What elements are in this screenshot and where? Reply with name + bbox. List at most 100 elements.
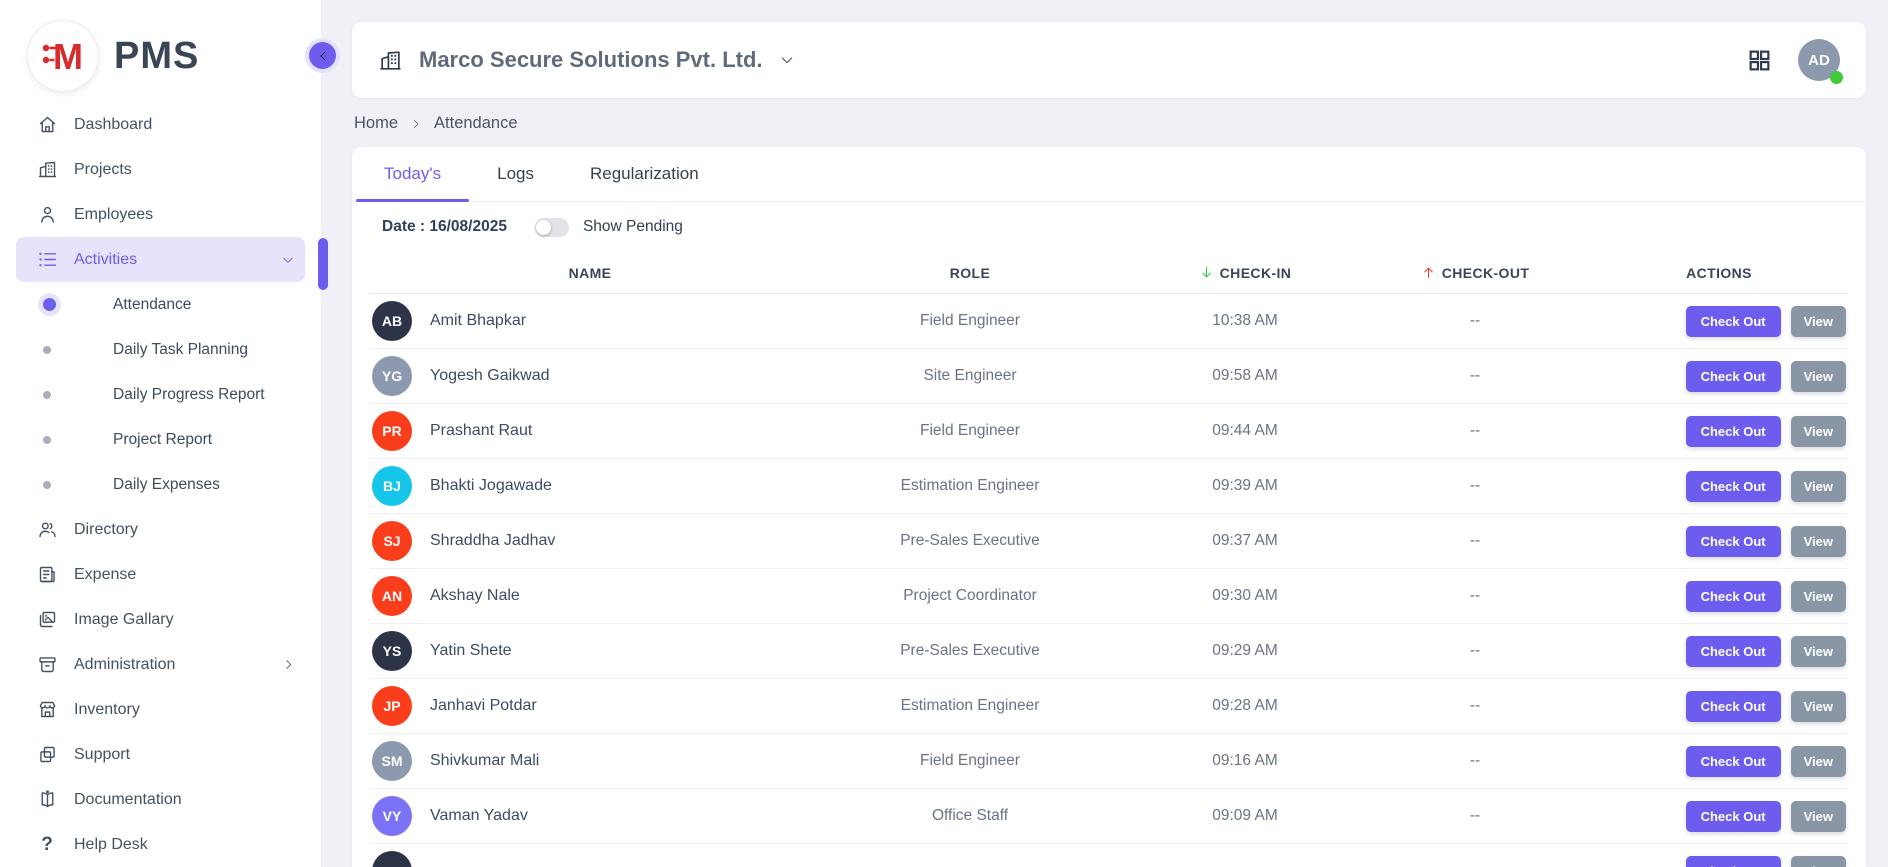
show-pending-label: Show Pending: [583, 218, 683, 236]
table-row: BJ Bhakti Jogawade Estimation Engineer 0…: [370, 459, 1848, 514]
view-button[interactable]: View: [1791, 361, 1846, 392]
breadcrumb-current: Attendance: [434, 114, 517, 133]
tab-logs[interactable]: Logs: [469, 147, 562, 201]
attendance-table: NAME ROLE CHECK-IN CHECK-OUT ACTIONS AB …: [352, 252, 1866, 867]
apps-grid-icon[interactable]: [1747, 48, 1772, 73]
company-selector[interactable]: Marco Secure Solutions Pvt. Ltd.: [378, 47, 795, 73]
table-row: JP Janhavi Potdar Estimation Engineer 09…: [370, 679, 1848, 734]
sidebar-item-directory[interactable]: Directory: [16, 507, 305, 552]
sidebar-item-label: Dashboard: [74, 116, 152, 134]
view-button[interactable]: View: [1791, 581, 1846, 612]
sidebar-item-activities[interactable]: Activities: [16, 237, 305, 282]
dot-icon: [43, 391, 51, 399]
list-icon: [36, 249, 58, 271]
sidebar-item-documentation[interactable]: Documentation: [16, 777, 305, 822]
main-area: Marco Secure Solutions Pvt. Ltd. AD Home…: [322, 0, 1888, 867]
view-button[interactable]: View: [1791, 526, 1846, 557]
sidebar-item-expense[interactable]: Expense: [16, 552, 305, 597]
buildings-icon: [36, 159, 58, 181]
sidebar-item-dashboard[interactable]: Dashboard: [16, 102, 305, 147]
dot-icon: [43, 481, 51, 489]
check-in-time: 10:38 AM: [1130, 312, 1360, 330]
check-out-button[interactable]: Check Out: [1686, 471, 1781, 502]
view-button[interactable]: View: [1791, 801, 1846, 832]
person-icon: [36, 204, 58, 226]
col-check-out[interactable]: CHECK-OUT: [1360, 265, 1590, 281]
check-out-button[interactable]: Check Out: [1686, 636, 1781, 667]
table-header: NAME ROLE CHECK-IN CHECK-OUT ACTIONS: [370, 252, 1848, 294]
view-button[interactable]: View: [1791, 746, 1846, 777]
sidebar: M PMS Dashboard Projects Employees: [0, 0, 322, 867]
employee-name: Shraddha Jadhav: [430, 532, 555, 550]
store-icon: [36, 699, 58, 721]
check-out-button[interactable]: Check Out: [1686, 416, 1781, 447]
book-icon: [36, 789, 58, 811]
employee-role: Pre-Sales Executive: [810, 642, 1130, 660]
online-status-dot: [1830, 71, 1843, 84]
sidebar-item-label: Documentation: [74, 791, 182, 809]
view-button[interactable]: View: [1791, 636, 1846, 667]
check-out-button[interactable]: Check Out: [1686, 746, 1781, 777]
sidebar-item-label: Projects: [74, 161, 132, 179]
logo-row: M PMS: [0, 0, 321, 96]
employee-role: Field Engineer: [810, 422, 1130, 440]
view-button[interactable]: View: [1791, 416, 1846, 447]
show-pending-toggle[interactable]: [535, 218, 569, 237]
check-out-time: --: [1360, 312, 1590, 330]
employee-avatar: BJ: [372, 466, 412, 506]
sidebar-item-inventory[interactable]: Inventory: [16, 687, 305, 732]
employee-avatar: [372, 851, 412, 867]
chevron-down-icon: [281, 253, 295, 267]
sidebar-subitem-label: Attendance: [113, 296, 191, 314]
col-actions: ACTIONS: [1590, 265, 1848, 281]
view-button[interactable]: View: [1791, 471, 1846, 502]
check-out-button[interactable]: Check Out: [1686, 361, 1781, 392]
table-row: Check Out View: [370, 844, 1848, 867]
check-out-button[interactable]: Check Out: [1686, 691, 1781, 722]
check-out-button[interactable]: Check Out: [1686, 526, 1781, 557]
filter-row: Date : 16/08/2025 Show Pending: [352, 202, 1866, 252]
sidebar-subitem-label: Project Report: [113, 431, 212, 449]
breadcrumb-home[interactable]: Home: [354, 114, 398, 133]
view-button[interactable]: View: [1791, 856, 1846, 867]
check-in-time: 09:37 AM: [1130, 532, 1360, 550]
home-icon: [36, 114, 58, 136]
sidebar-item-label: Activities: [74, 251, 137, 269]
check-in-time: 09:39 AM: [1130, 477, 1360, 495]
sidebar-subitem-attendance[interactable]: Attendance: [16, 282, 305, 327]
sidebar-item-support[interactable]: Support: [16, 732, 305, 777]
sidebar-item-help-desk[interactable]: ? Help Desk: [16, 822, 305, 867]
view-button[interactable]: View: [1791, 306, 1846, 337]
check-out-button[interactable]: Check Out: [1686, 801, 1781, 832]
sidebar-item-image-gallary[interactable]: Image Gallary: [16, 597, 305, 642]
sidebar-subitem-project-report[interactable]: Project Report: [16, 417, 305, 462]
question-icon: ?: [36, 834, 58, 856]
check-in-time: 09:58 AM: [1130, 367, 1360, 385]
tabs: Today's Logs Regularization: [352, 147, 1866, 202]
check-out-time: --: [1360, 367, 1590, 385]
sidebar-nav: Dashboard Projects Employees Activities: [0, 96, 321, 867]
sidebar-item-label: Directory: [74, 521, 138, 539]
user-avatar[interactable]: AD: [1798, 39, 1840, 81]
tab-todays[interactable]: Today's: [356, 147, 469, 201]
table-row: YG Yogesh Gaikwad Site Engineer 09:58 AM…: [370, 349, 1848, 404]
sidebar-item-administration[interactable]: Administration: [16, 642, 305, 687]
check-out-button[interactable]: Check Out: [1686, 306, 1781, 337]
sidebar-item-label: Employees: [74, 206, 153, 224]
col-check-in[interactable]: CHECK-IN: [1130, 265, 1360, 281]
sidebar-item-employees[interactable]: Employees: [16, 192, 305, 237]
view-button[interactable]: View: [1791, 691, 1846, 722]
sidebar-item-projects[interactable]: Projects: [16, 147, 305, 192]
employee-avatar: VY: [372, 796, 412, 836]
receipt-icon: [36, 564, 58, 586]
sidebar-subitem-daily-expenses[interactable]: Daily Expenses: [16, 462, 305, 507]
sidebar-item-label: Administration: [74, 656, 175, 674]
app-name: PMS: [114, 35, 199, 78]
sidebar-subitem-daily-task-planning[interactable]: Daily Task Planning: [16, 327, 305, 372]
employee-avatar: SJ: [372, 521, 412, 561]
sidebar-subitem-daily-progress-report[interactable]: Daily Progress Report: [16, 372, 305, 417]
check-out-button[interactable]: Check Out: [1686, 581, 1781, 612]
check-out-button[interactable]: Check Out: [1686, 856, 1781, 867]
sidebar-collapse-button[interactable]: [309, 42, 336, 69]
tab-regularization[interactable]: Regularization: [562, 147, 727, 201]
